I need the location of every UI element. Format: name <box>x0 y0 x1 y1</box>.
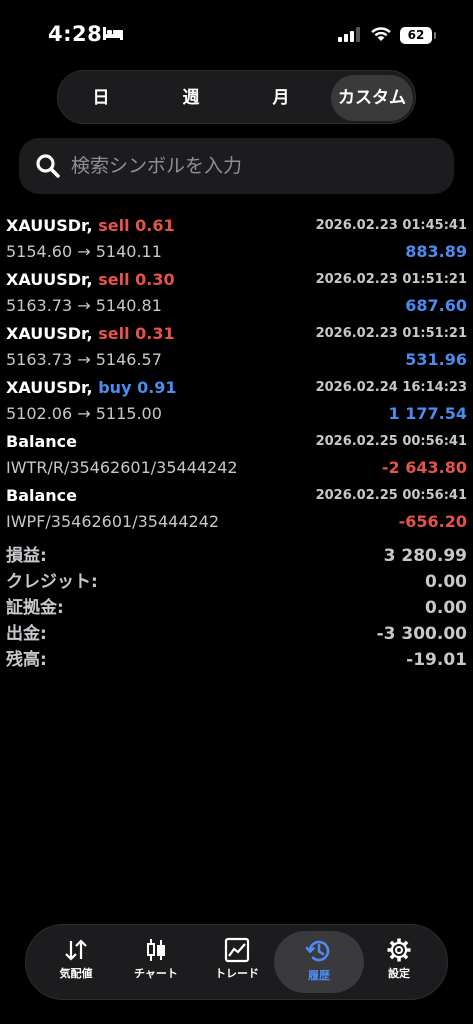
trade-profit: -2 643.80 <box>381 458 467 477</box>
settings-gear-icon <box>387 938 411 962</box>
tab-label: 設定 <box>388 967 410 980</box>
trade-side: sell <box>98 270 130 289</box>
summary-label: クレジット: <box>6 572 98 592</box>
trade-profit: 1 177.54 <box>388 404 467 423</box>
trade-line-chart-icon <box>224 937 250 963</box>
period-custom-tab[interactable]: カスタム <box>331 75 413 121</box>
quotes-arrows-icon <box>65 939 87 961</box>
summary-label: 出金: <box>6 624 47 644</box>
status-bar: 4:28 62 <box>0 0 473 64</box>
trade-volume: 0.31 <box>135 324 175 343</box>
summary-label: 損益: <box>6 546 47 566</box>
period-segmented-control: 日 週 月 カスタム <box>57 70 416 124</box>
trade-prices: 5154.60 → 5140.11 <box>6 242 162 261</box>
summary-row-profit: 損益: 3 280.99 <box>0 543 473 569</box>
history-clock-icon <box>305 940 330 962</box>
trade-datetime: 2026.02.23 01:51:21 <box>315 326 467 341</box>
trade-volume: 0.30 <box>135 270 175 289</box>
period-day-tab[interactable]: 日 <box>60 75 142 121</box>
trade-symbol: Balance <box>6 486 77 505</box>
summary-value: -19.01 <box>406 650 467 670</box>
trade-profit: 531.96 <box>405 350 467 369</box>
tab-label: トレード <box>215 967 259 980</box>
symbol-search-bar[interactable] <box>19 138 454 194</box>
balance-row[interactable]: Balance 2026.02.25 00:56:41 IWTR/R/35462… <box>0 429 473 483</box>
period-month-tab[interactable]: 月 <box>240 75 322 121</box>
trade-prices: 5102.06 → 5115.00 <box>6 404 162 423</box>
trade-datetime: 2026.02.25 00:56:41 <box>315 434 467 449</box>
trade-prices: 5163.73 → 5146.57 <box>6 350 162 369</box>
tab-trade[interactable]: トレード <box>197 931 277 993</box>
tab-chart[interactable]: チャート <box>116 931 196 993</box>
trade-row[interactable]: XAUUSDr, sell 0.30 2026.02.23 01:51:21 5… <box>0 267 473 321</box>
summary-value: 0.00 <box>425 598 467 618</box>
summary-row-balance: 残高: -19.01 <box>0 647 473 673</box>
trade-side: sell <box>98 216 130 235</box>
wifi-icon <box>371 27 391 41</box>
search-icon <box>36 154 60 178</box>
candlestick-chart-icon <box>147 939 165 961</box>
summary-row-withdrawal: 出金: -3 300.00 <box>0 621 473 647</box>
trade-prices: 5163.73 → 5140.81 <box>6 296 162 315</box>
battery-indicator: 62 <box>400 27 436 44</box>
trade-symbol: XAUUSDr, <box>6 216 93 235</box>
cellular-signal-icon <box>338 27 360 42</box>
period-week-tab[interactable]: 週 <box>150 75 232 121</box>
trade-row[interactable]: XAUUSDr, sell 0.31 2026.02.23 01:51:21 5… <box>0 321 473 375</box>
trade-symbol: XAUUSDr, <box>6 270 93 289</box>
summary-value: 0.00 <box>425 572 467 592</box>
trade-profit: 883.89 <box>405 242 467 261</box>
account-summary: 損益: 3 280.99 クレジット: 0.00 証拠金: 0.00 出金: -… <box>0 543 473 673</box>
trade-symbol: Balance <box>6 432 77 451</box>
trade-datetime: 2026.02.25 00:56:41 <box>315 488 467 503</box>
trade-side: sell <box>98 324 130 343</box>
trade-side: buy <box>98 378 132 397</box>
summary-label: 証拠金: <box>6 598 64 618</box>
summary-value: 3 280.99 <box>383 546 467 566</box>
tab-label: 履歴 <box>308 969 330 982</box>
summary-row-margin: 証拠金: 0.00 <box>0 595 473 621</box>
trade-comment: IWPF/35462601/35444242 <box>6 512 220 531</box>
status-time: 4:28 <box>48 22 103 46</box>
tab-history[interactable]: 履歴 <box>274 931 364 993</box>
symbol-search-input[interactable] <box>71 138 441 194</box>
trade-comment: IWTR/R/35462601/35444242 <box>6 458 238 477</box>
tab-settings[interactable]: 設定 <box>359 931 439 993</box>
trade-row[interactable]: XAUUSDr, sell 0.61 2026.02.23 01:45:41 5… <box>0 213 473 267</box>
tab-label: 気配値 <box>59 967 93 980</box>
bottom-tab-bar: 気配値 チャート トレード 履歴 設定 <box>25 924 448 1000</box>
trade-volume: 0.91 <box>137 378 177 397</box>
trade-profit: -656.20 <box>398 512 467 531</box>
summary-label: 残高: <box>6 650 47 670</box>
trade-datetime: 2026.02.23 01:51:21 <box>315 272 467 287</box>
trade-row[interactable]: XAUUSDr, buy 0.91 2026.02.24 16:14:23 51… <box>0 375 473 429</box>
trade-profit: 687.60 <box>405 296 467 315</box>
trade-volume: 0.61 <box>135 216 175 235</box>
trade-symbol: XAUUSDr, <box>6 378 93 397</box>
summary-row-credit: クレジット: 0.00 <box>0 569 473 595</box>
tab-label: チャート <box>134 967 178 980</box>
summary-value: -3 300.00 <box>376 624 467 644</box>
sleep-bed-icon <box>103 27 123 40</box>
balance-row[interactable]: Balance 2026.02.25 00:56:41 IWPF/3546260… <box>0 483 473 537</box>
tab-quotes[interactable]: 気配値 <box>36 931 116 993</box>
trade-datetime: 2026.02.23 01:45:41 <box>315 218 467 233</box>
trade-symbol: XAUUSDr, <box>6 324 93 343</box>
trade-datetime: 2026.02.24 16:14:23 <box>315 380 467 395</box>
